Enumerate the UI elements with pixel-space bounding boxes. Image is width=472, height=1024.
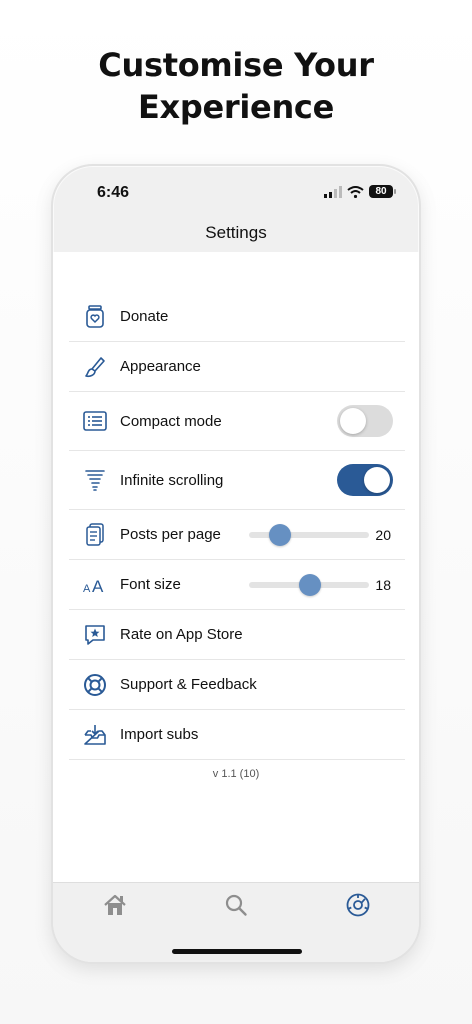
lifebuoy-icon — [77, 670, 113, 700]
posts-per-page-label: Posts per page — [120, 526, 221, 543]
settings-row-font-size: A A Font size 18 — [69, 560, 405, 610]
tab-search[interactable] — [222, 891, 250, 919]
font-size-value: 18 — [375, 576, 391, 593]
font-size-icon: A A — [77, 570, 113, 600]
posts-per-page-value: 20 — [375, 526, 391, 543]
settings-row-import[interactable]: Import subs — [69, 710, 405, 760]
svg-text:A: A — [83, 583, 91, 595]
toggle-knob — [364, 467, 390, 493]
font-size-slider[interactable] — [249, 573, 369, 596]
status-time: 6:46 — [97, 184, 130, 201]
settings-row-support[interactable]: Support & Feedback — [69, 660, 405, 710]
slider-thumb[interactable] — [269, 523, 292, 546]
star-bubble-icon — [77, 620, 113, 650]
infinite-scrolling-toggle[interactable] — [337, 464, 393, 496]
import-label: Import subs — [120, 726, 199, 743]
home-icon — [104, 894, 126, 915]
headline: Customise Your Experience — [0, 44, 472, 128]
headline-line-2: Experience — [137, 88, 335, 126]
svg-text:A: A — [92, 577, 104, 595]
tornado-icon — [77, 465, 113, 495]
search-icon — [225, 894, 247, 916]
slider-thumb[interactable] — [299, 573, 322, 596]
settings-content: Donate Appearance Compact mode Infinite … — [53, 252, 419, 882]
donate-label: Donate — [120, 308, 169, 325]
slider-track — [249, 531, 369, 538]
tray-download-icon — [77, 720, 113, 750]
home-indicator — [172, 949, 302, 954]
settings-row-posts-per-page: Posts per page 20 — [69, 510, 405, 560]
posts-per-page-slider[interactable] — [249, 523, 369, 546]
document-pages-icon — [77, 520, 113, 550]
infinite-scrolling-label: Infinite scrolling — [120, 471, 224, 489]
settings-row-rate[interactable]: Rate on App Store — [69, 610, 405, 660]
settings-icon — [346, 893, 370, 917]
tab-bar — [53, 882, 419, 962]
appearance-label: Appearance — [120, 358, 201, 375]
battery-icon: 80 — [369, 185, 396, 198]
nav-title: Settings — [205, 223, 267, 242]
version-text: v 1.1 (10) — [212, 768, 260, 780]
status-icons: 80 — [324, 185, 396, 198]
status-bar: 6:46 80 — [53, 166, 419, 218]
settings-row-infinite-scrolling: Infinite scrolling — [69, 451, 405, 510]
settings-row-compact-mode: Compact mode — [69, 392, 405, 451]
settings-row-donate[interactable]: Donate — [69, 292, 405, 342]
tab-settings[interactable] — [344, 891, 372, 919]
compact-mode-label: Compact mode — [120, 412, 222, 430]
tab-home[interactable] — [101, 891, 129, 919]
cellular-signal-icon — [324, 185, 342, 198]
list-view-icon — [77, 406, 113, 436]
rate-label: Rate on App Store — [120, 626, 243, 643]
donate-jar-icon — [77, 302, 113, 332]
settings-row-appearance[interactable]: Appearance — [69, 342, 405, 392]
toggle-knob — [340, 408, 366, 434]
support-label: Support & Feedback — [120, 676, 257, 693]
wifi-icon — [347, 185, 364, 198]
settings-list: Donate Appearance Compact mode Infinite … — [69, 292, 405, 760]
headline-line-1: Customise Your — [98, 46, 374, 84]
font-size-label: Font size — [120, 576, 181, 593]
compact-mode-toggle[interactable] — [337, 405, 393, 437]
paintbrush-icon — [77, 352, 113, 382]
phone-frame: 6:46 80 Settings Donate Appearance Compa… — [51, 164, 421, 964]
